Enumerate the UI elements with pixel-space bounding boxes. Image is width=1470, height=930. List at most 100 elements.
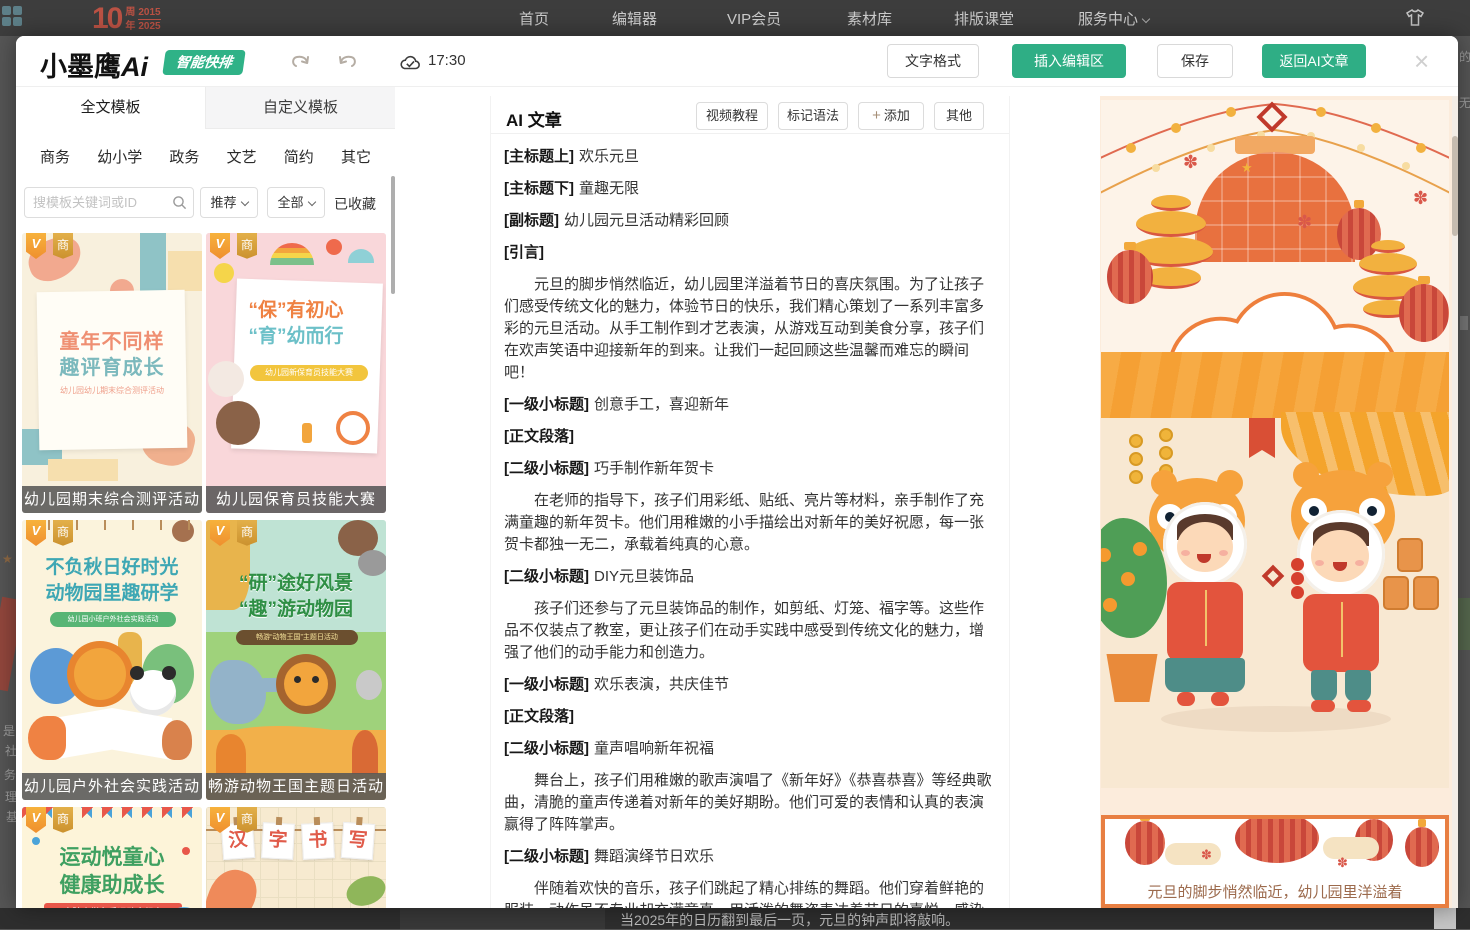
category-government[interactable]: 政务: [169, 146, 199, 167]
preview-poster-cover: ✽ ✽ ✽ ★ ★: [1101, 100, 1449, 788]
template-poster: “保”有初心 “育”幼而行 幼儿园新保育员技能大赛: [206, 233, 386, 513]
article-block: [副标题]幼儿园元旦活动精彩回顾: [504, 210, 998, 232]
search-input[interactable]: [33, 189, 173, 216]
category-minimal[interactable]: 简约: [284, 146, 314, 167]
sidebar-scrollbar[interactable]: [391, 176, 395, 294]
flower-icon: ✽: [1201, 847, 1212, 863]
gift-bag: [1413, 576, 1439, 610]
article-block: [一级小标题]创意手工，喜迎新年: [504, 394, 998, 416]
template-poster: “研”途好风景 “趣”游动物园 畅游“动物王国”主题日活动: [206, 520, 386, 800]
category-row: 商务 幼小学 政务 文艺 简约 其它: [16, 136, 395, 176]
article-block: [引言]: [504, 242, 998, 264]
nav-course[interactable]: 排版课堂: [954, 8, 1014, 29]
tab-full-templates[interactable]: 全文模板: [16, 87, 205, 129]
layout-preview-panel[interactable]: ✽ ✽ ✽ ★ ★: [1100, 96, 1458, 908]
template-card[interactable]: “保”有初心 “育”幼而行 幼儿园新保育员技能大赛 V 商 幼儿园保育员技能大赛: [206, 233, 386, 513]
app-logo: 小墨鹰Ai: [40, 45, 148, 84]
template-poster: 汉 字 书 写: [206, 807, 386, 908]
anniversary-logo: 10 周 2015 年 2025: [92, 2, 161, 36]
preview-intro-text: 元旦的脚步悄然临近，幼儿园里洋溢着: [1105, 881, 1445, 902]
nav-editor[interactable]: 编辑器: [612, 8, 657, 29]
category-art[interactable]: 文艺: [227, 146, 257, 167]
template-card[interactable]: 汉 字 书 写 V 商: [206, 807, 386, 908]
article-block: [主标题上]欢乐元旦: [504, 146, 998, 168]
template-card[interactable]: “研”途好风景 “趣”游动物园 畅游“动物王国”主题日活动 V 商 畅游动物王国…: [206, 520, 386, 800]
nav-assets[interactable]: 素材库: [847, 8, 892, 29]
tanghulu-icon: [1291, 558, 1304, 600]
insert-editor-button[interactable]: 插入编辑区: [1012, 44, 1126, 78]
article-block: [正文段落]: [504, 426, 998, 448]
flower-icon: ✽: [1413, 188, 1428, 209]
nav-service[interactable]: 服务中心: [1078, 8, 1149, 29]
template-title: 畅游动物王国主题日活动: [206, 773, 386, 800]
market-scene: [1101, 418, 1449, 788]
text-format-button[interactable]: 文字格式: [887, 44, 979, 78]
save-button[interactable]: 保存: [1157, 44, 1233, 78]
back-ai-article-button[interactable]: 返回AI文章: [1262, 44, 1366, 78]
template-poster: 不负秋日好时光 动物园里趣研学 幼儿园小班户外社会实践活动: [22, 520, 202, 800]
category-business[interactable]: 商务: [40, 146, 70, 167]
nav-vip[interactable]: VIP会员: [727, 8, 781, 29]
template-search: [24, 187, 194, 218]
stage-floor: [1101, 352, 1449, 418]
sort-dropdown[interactable]: 推荐: [200, 187, 258, 218]
article-paragraph: 舞台上，孩子们用稚嫩的歌声演唱了《新年好》《恭喜恭喜》等经典歌曲，清脆的童声传递…: [504, 770, 998, 836]
chevron-down-icon: [1142, 15, 1150, 23]
red-lantern: [1125, 821, 1165, 865]
template-card[interactable]: 运动悦童心 健康助成长 实验小学冬季运动会纪实 V 商: [22, 807, 202, 908]
anniversary-number: 10: [92, 2, 121, 36]
ai-article-panel: AI 文章 视频教程 标记语法 +添加 其他 [主标题上]欢乐元旦 [主标题下]…: [490, 96, 1010, 908]
flower-icon: ✽: [1183, 152, 1198, 173]
mark-syntax-button[interactable]: 标记语法: [778, 102, 848, 130]
article-block: [一级小标题]欢乐表演，共庆佳节: [504, 674, 998, 696]
search-icon[interactable]: [172, 195, 187, 210]
nav-home[interactable]: 首页: [519, 8, 549, 29]
redo-icon[interactable]: [334, 50, 360, 72]
gift-bag: [1397, 538, 1423, 572]
preview-scrollbar[interactable]: [1452, 136, 1458, 236]
favorites-link[interactable]: 已收藏: [334, 194, 376, 214]
backdrop-right-sliver: 的 无: [1458, 36, 1470, 908]
other-button[interactable]: 其他: [934, 102, 984, 130]
backdrop-ribbon: [0, 597, 16, 691]
add-button[interactable]: +添加: [858, 102, 924, 130]
category-other[interactable]: 其它: [341, 146, 371, 167]
gift-bag: [1383, 576, 1409, 610]
tab-custom-templates[interactable]: 自定义模板: [205, 87, 395, 129]
template-title: 幼儿园保育员技能大赛: [206, 486, 386, 513]
background-bottom-bar: 当2025年的日历翻到最后一页，元旦的钟声即将敲响。: [0, 908, 1470, 929]
article-block: [二级小标题]舞蹈演绎节日欢乐: [504, 846, 998, 868]
template-card[interactable]: 不负秋日好时光 动物园里趣研学 幼儿园小班户外社会实践活动 V 商 幼儿园户外社…: [22, 520, 202, 800]
plus-icon: +: [872, 107, 881, 124]
article-block: [二级小标题]巧手制作新年贺卡: [504, 458, 998, 480]
category-kindergarten[interactable]: 幼小学: [97, 146, 142, 167]
flower-pot: [1103, 654, 1161, 702]
template-poster: 童年不同样 趣评育成长 幼儿园幼儿期末综合测评活动: [22, 233, 202, 513]
video-tutorial-button[interactable]: 视频教程: [696, 102, 768, 130]
backdrop-left-sliver: ★ 是 社 务 理 基: [0, 36, 16, 908]
chevron-down-icon: [240, 198, 248, 206]
template-card[interactable]: 童年不同样 趣评育成长 幼儿园幼儿期末综合测评活动 V 商 幼儿园期末综合测评活…: [22, 233, 202, 513]
clothes-icon[interactable]: [1404, 7, 1426, 29]
smart-layout-badge: 智能快排: [162, 50, 246, 75]
dialog-header: 小墨鹰Ai 智能快排 17:30 文字格式 插入编辑区 保存 返回AI文章 ×: [16, 36, 1458, 87]
back-to-top-fragment: [1434, 908, 1456, 929]
star-icon: ★: [1241, 160, 1253, 176]
article-block: [正文段落]: [504, 706, 998, 728]
article-paragraph: 孩子们还参与了元旦装饰品的制作，如剪纸、灯笼、福字等。这些作品不仅装点了教室，更…: [504, 598, 998, 664]
article-block: [二级小标题]DIY元旦装饰品: [504, 566, 998, 588]
article-content[interactable]: [主标题上]欢乐元旦 [主标题下]童趣无限 [副标题]幼儿园元旦活动精彩回顾 […: [504, 146, 998, 908]
flower-icon: ✽: [1337, 855, 1348, 871]
panel-title: AI 文章: [506, 106, 562, 131]
undo-icon[interactable]: [288, 50, 314, 72]
close-icon[interactable]: ×: [1414, 46, 1429, 77]
template-title: 幼儿园户外社会实践活动: [22, 773, 202, 800]
chinese-knot-icon: [1262, 565, 1285, 588]
preview-poster-intro-card: ✽ ✽ 元旦的脚步悄然临近，幼儿园里洋溢着: [1101, 815, 1449, 908]
cloud-sync-icon: [398, 53, 422, 72]
article-paragraph: 伴随着欢快的音乐，孩子们跳起了精心排练的舞蹈。他们穿着鲜艳的服装，动作虽不专业却…: [504, 878, 998, 908]
flower-icon: ✽: [1297, 212, 1312, 233]
scope-dropdown[interactable]: 全部: [267, 187, 325, 218]
red-lantern: [1405, 827, 1439, 867]
background-top-nav: 10 周 2015 年 2025 首页 编辑器 VIP会员 素材库 排版课堂 服…: [0, 0, 1470, 36]
